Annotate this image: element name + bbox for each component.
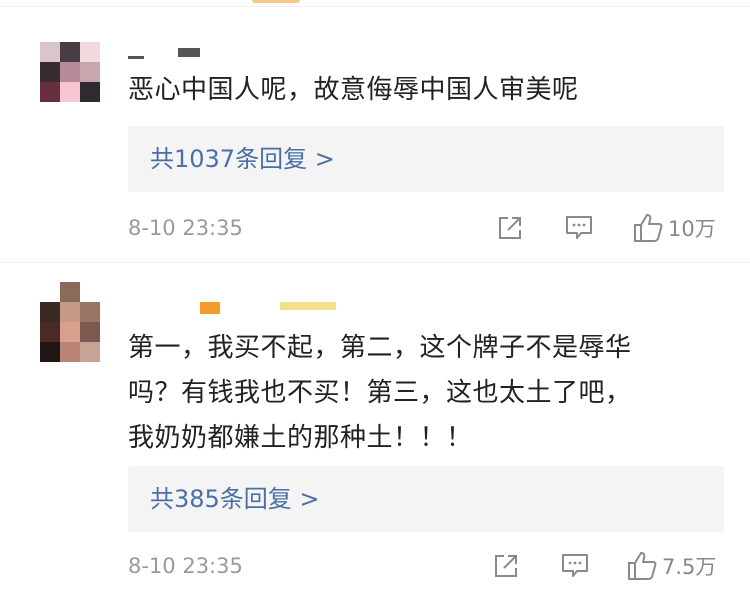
avatar[interactable] <box>40 42 100 102</box>
avatar-pixel <box>60 62 80 82</box>
share-icon <box>495 555 517 577</box>
thumbs-up-icon <box>628 552 657 580</box>
avatar-pixel <box>80 62 100 82</box>
timestamp: 8-10 23:35 <box>128 216 243 240</box>
like-button[interactable]: 10万 <box>632 212 716 244</box>
avatar-pixel <box>40 342 60 362</box>
timestamp: 8-10 23:35 <box>128 554 243 578</box>
avatar-pixel <box>80 322 100 342</box>
share-button[interactable] <box>492 550 520 582</box>
avatar[interactable] <box>40 282 100 362</box>
avatar-pixel <box>60 42 80 62</box>
comment-button[interactable] <box>564 212 594 244</box>
comment-icon <box>562 554 588 577</box>
avatar-pixel <box>60 282 80 302</box>
comment-icon <box>566 216 592 239</box>
username-obscured[interactable] <box>128 48 208 60</box>
comment-text: 恶心中国人呢，故意侮辱中国人审美呢 <box>128 75 579 105</box>
view-replies-link[interactable]: 共385条回复 > <box>150 466 320 532</box>
avatar-pixel <box>40 322 60 342</box>
avatar-pixel <box>40 42 60 62</box>
avatar-pixel <box>60 322 80 342</box>
thumbs-up-icon <box>634 214 663 242</box>
like-count: 10万 <box>668 217 716 241</box>
like-button[interactable]: 7.5万 <box>626 550 716 582</box>
comment-footer: 8-10 23:35 10万 <box>128 208 724 248</box>
avatar-pixel <box>80 42 100 62</box>
avatar-pixel <box>60 302 80 322</box>
avatar-pixel <box>40 62 60 82</box>
divider <box>0 262 750 263</box>
avatar-pixel <box>40 282 60 302</box>
share-icon <box>499 217 521 239</box>
avatar-pixel <box>40 82 60 102</box>
avatar-pixel <box>80 342 100 362</box>
comment-footer: 8-10 23:35 7.5万 <box>128 546 724 586</box>
avatar-pixel <box>80 302 100 322</box>
username-obscured[interactable] <box>200 302 340 314</box>
comment-text: 第一，我买不起，第二，这个牌子不是辱华 吗？有钱我也不买！第三，这也太土了吧， … <box>128 333 632 453</box>
avatar-pixel <box>80 82 100 102</box>
avatar-pixel <box>60 342 80 362</box>
comment-button[interactable] <box>560 550 590 582</box>
previous-item-edge <box>0 0 750 7</box>
avatar-pixel <box>40 302 60 322</box>
view-replies-link[interactable]: 共1037条回复 > <box>150 126 335 192</box>
avatar-pixel <box>80 282 100 302</box>
like-count: 7.5万 <box>662 555 717 579</box>
replies-box[interactable]: 共1037条回复 > <box>128 126 724 192</box>
share-button[interactable] <box>496 212 524 244</box>
avatar-pixel <box>60 82 80 102</box>
replies-box[interactable]: 共385条回复 > <box>128 466 724 532</box>
